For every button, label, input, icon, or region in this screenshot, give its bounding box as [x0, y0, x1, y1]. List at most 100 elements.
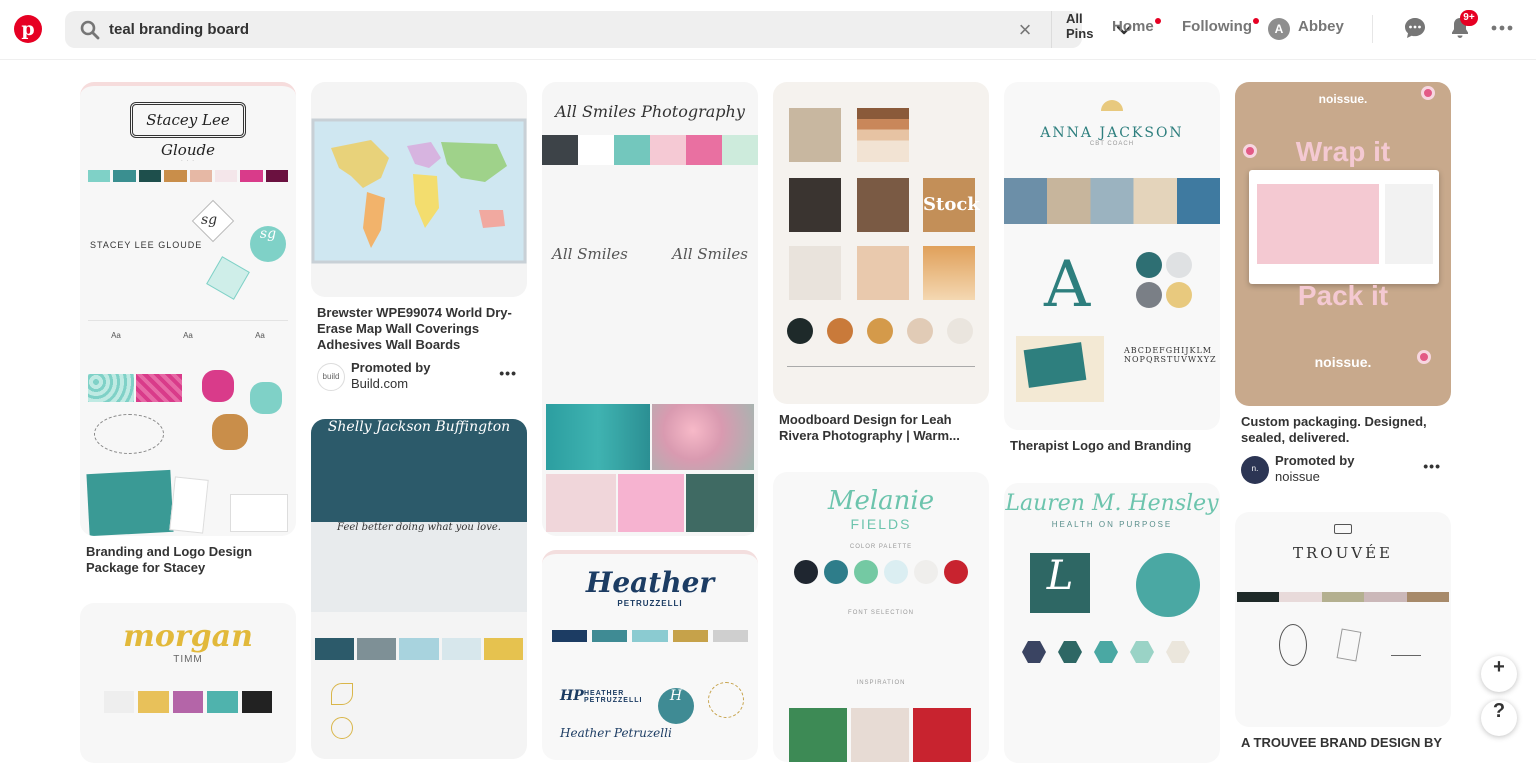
pin-image[interactable]: TROUVÉE — [1235, 512, 1451, 727]
swatch — [104, 691, 135, 713]
moodboard-photo — [923, 246, 975, 300]
leaf-icon — [331, 683, 353, 705]
swatch — [712, 630, 749, 642]
search-bar[interactable]: × All Pins — [65, 11, 1132, 48]
profile-link[interactable]: Abbey — [1298, 18, 1344, 35]
font-sample: Aa — [183, 331, 193, 340]
divider — [787, 366, 975, 367]
app-mockup — [1249, 170, 1439, 284]
pin-title[interactable]: Brewster WPE99074 World Dry-Erase Map Wa… — [317, 305, 521, 353]
color-palette — [104, 691, 273, 713]
pin-card[interactable]: Heather PETRUZZELLI HP HEATHER PETRUZZEL… — [542, 550, 758, 760]
pin-image[interactable]: Melanie FIELDS COLOR PALETTE FONT SELECT… — [773, 472, 989, 762]
advertiser-name[interactable]: noissue — [1275, 469, 1320, 484]
brand-logo-text: ANNA JACKSON — [1040, 125, 1184, 141]
editor-panel — [1385, 184, 1433, 264]
section-label: FONT SELECTION — [848, 610, 914, 616]
search-input[interactable] — [109, 11, 989, 48]
pin-title[interactable]: Branding and Logo Design Package for Sta… — [86, 544, 290, 576]
add-pin-button[interactable]: + — [1481, 656, 1517, 692]
pin-image[interactable]: Heather PETRUZZELLI HP HEATHER PETRUZZEL… — [542, 550, 758, 760]
monogram-hexagon — [206, 256, 250, 300]
swatch — [1166, 282, 1192, 308]
nav-following-link[interactable]: Following — [1182, 18, 1259, 35]
pin-image[interactable]: Stock — [773, 82, 989, 404]
color-palette — [315, 638, 524, 660]
help-button[interactable]: ? — [1481, 700, 1517, 736]
brand-tagline: HEALTH ON PURPOSE — [1051, 520, 1173, 529]
donut-icon — [1417, 350, 1431, 364]
lotus-icon — [202, 370, 234, 402]
search-scope-dropdown[interactable]: All Pins — [1066, 11, 1093, 48]
monogram-mark — [1336, 628, 1362, 662]
brand-logo-text: All Smiles Photography — [555, 102, 745, 121]
divider — [88, 320, 288, 321]
user-avatar[interactable]: A — [1268, 18, 1290, 40]
pin-title[interactable]: Custom packaging. Designed, sealed, deli… — [1241, 414, 1445, 446]
swatch — [1406, 592, 1450, 602]
swatch — [592, 630, 628, 642]
swatch — [240, 170, 263, 182]
pin-card[interactable]: Lauren M. Hensley HEALTH ON PURPOSE L — [1004, 483, 1220, 763]
pin-more-options-icon[interactable]: ••• — [1423, 458, 1441, 474]
nav-home-link[interactable]: Home — [1112, 18, 1161, 35]
teal-pattern — [88, 374, 134, 402]
font-selection: Aa Aa Aa — [80, 331, 296, 340]
swatch — [722, 135, 758, 165]
swatch — [164, 170, 187, 182]
swatch — [944, 560, 968, 584]
pin-card[interactable]: Shelly Jackson Buffington Feel better do… — [311, 419, 527, 759]
moodboard-photo — [857, 178, 909, 232]
pin-image[interactable]: ANNA JACKSON CBT COACH A ABCDEFGHIJKLM N… — [1004, 82, 1220, 430]
section-label: INSPIRATION — [856, 680, 906, 686]
pin-image[interactable]: Stacey Lee Gloude · · · STACEY LEE GLOUD… — [80, 82, 296, 536]
more-options-icon[interactable] — [1490, 16, 1514, 40]
messages-icon[interactable] — [1403, 16, 1427, 40]
pin-card[interactable]: Stacey Lee Gloude · · · STACEY LEE GLOUD… — [80, 82, 296, 576]
pin-image[interactable]: Lauren M. Hensley HEALTH ON PURPOSE L — [1004, 483, 1220, 763]
swatch — [787, 318, 813, 344]
monogram-oval — [1279, 624, 1307, 666]
pin-image[interactable]: noissue. Wrap it Pack it noissue. — [1235, 82, 1451, 406]
pin-image[interactable] — [311, 82, 527, 297]
pin-title[interactable]: A TROUVEE BRAND DESIGN BY — [1241, 735, 1445, 751]
brand-name-text: HEATHER PETRUZZELLI — [584, 690, 643, 704]
promoted-by-row[interactable]: build Promoted by Build.com ••• — [317, 359, 521, 395]
template-mockup — [86, 469, 174, 536]
donut-icon — [1421, 86, 1435, 100]
pin-title[interactable]: Moodboard Design for Leah Rivera Photogr… — [779, 412, 983, 444]
pinterest-logo-icon[interactable]: p — [14, 15, 42, 43]
pin-image[interactable]: morgan TIMM — [80, 603, 296, 763]
brand-subtext: TIMM — [173, 654, 203, 665]
swatch — [1136, 252, 1162, 278]
swatch — [614, 135, 650, 165]
pin-image[interactable]: All Smiles Photography All Smiles All Sm… — [542, 82, 758, 536]
pin-card[interactable]: Brewster WPE99074 World Dry-Erase Map Wa… — [311, 82, 527, 395]
pin-card[interactable]: ANNA JACKSON CBT COACH A ABCDEFGHIJKLM N… — [1004, 82, 1220, 454]
swatch — [138, 170, 162, 182]
swatch — [867, 318, 893, 344]
color-palette — [552, 630, 749, 642]
home-update-dot — [1154, 18, 1161, 24]
pin-image[interactable]: Shelly Jackson Buffington Feel better do… — [311, 419, 527, 759]
promoted-by-row[interactable]: n. Promoted by noissue ••• — [1241, 452, 1445, 488]
brand-logo-text: noissue. — [1318, 92, 1368, 106]
color-palette — [787, 318, 973, 344]
promoted-label: Promoted by — [1275, 453, 1355, 468]
swatch — [578, 135, 614, 165]
pin-card[interactable]: Stock Moodboard Design for Leah Rivera P… — [773, 82, 989, 444]
pin-card[interactable]: All Smiles Photography All Smiles All Sm… — [542, 82, 758, 536]
moodboard-photo — [789, 108, 841, 162]
pin-card[interactable]: noissue. Wrap it Pack it noissue. Custom… — [1235, 82, 1451, 488]
nav-home-label: Home — [1112, 18, 1154, 35]
clear-search-icon[interactable]: × — [1013, 18, 1037, 42]
pin-card[interactable]: Melanie FIELDS COLOR PALETTE FONT SELECT… — [773, 472, 989, 762]
pin-title[interactable]: Therapist Logo and Branding — [1010, 438, 1214, 454]
pin-more-options-icon[interactable]: ••• — [499, 365, 517, 381]
swatch — [172, 691, 204, 713]
swatch — [214, 170, 238, 182]
pin-card[interactable]: TROUVÉE A TROUVEE BRAND DESIGN BY — [1235, 512, 1451, 751]
pin-card[interactable]: morgan TIMM — [80, 603, 296, 763]
ad-headline: Wrap it — [1295, 136, 1391, 167]
advertiser-name[interactable]: Build.com — [351, 376, 408, 391]
